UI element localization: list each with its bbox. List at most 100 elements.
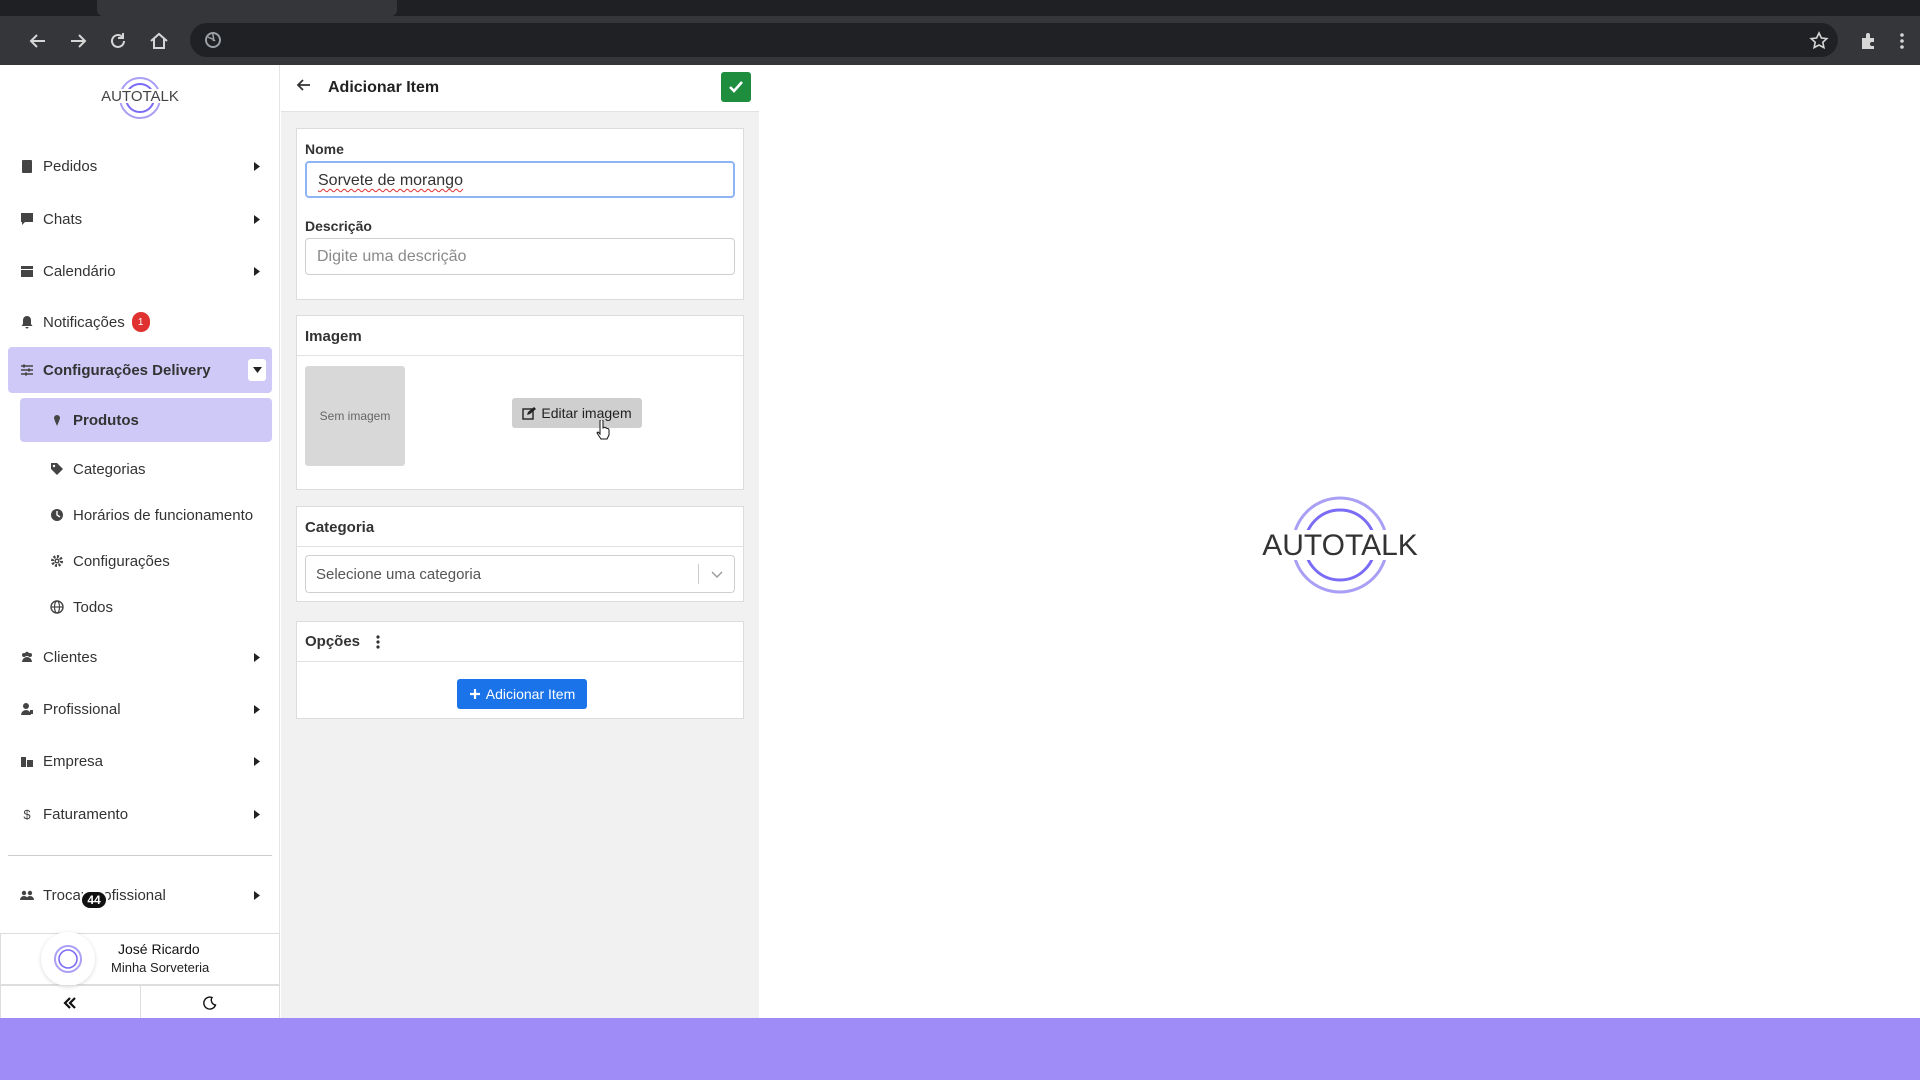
svg-text:$: $ [23,807,31,821]
sidebar-item-pedidos[interactable]: Pedidos [8,145,272,187]
sidebar-subitem-label: Configurações [73,552,170,570]
sidebar-subitem-label: Categorias [73,460,146,478]
sidebar-item-label: Chats [43,210,83,228]
sidebar-item-label: Configurações Delivery [43,361,211,379]
reload-icon[interactable] [107,30,129,52]
caret-right-icon[interactable] [248,260,266,282]
sidebar-subitem-configuracoes[interactable]: Configurações [20,541,272,581]
sidebar-item-label: Calendário [43,262,116,280]
chevron-down-icon [711,571,723,578]
sidebar-subitem-produtos[interactable]: Produtos [20,398,272,442]
category-select[interactable]: Selecione uma categoria [305,555,735,593]
user-tie-icon [21,703,33,715]
user-card[interactable]: José Ricardo Minha Sorveteria [0,932,280,986]
caret-right-icon[interactable] [248,803,266,825]
user-company: Minha Sorveteria [111,960,210,975]
caret-right-icon[interactable] [248,884,266,906]
notification-count-badge: 1 [131,312,150,332]
building-icon [21,757,33,767]
caret-right-icon[interactable] [248,750,266,772]
browser-menu-kebab-icon[interactable] [1891,30,1913,52]
browser-tab-strip [0,0,1920,16]
options-menu-kebab-icon[interactable] [375,634,381,650]
add-item-panel: Adicionar Item Nome Sorvete de morango D… [281,65,759,1018]
description-input[interactable]: Digite uma descrição [305,238,735,275]
sidebar-subitem-todos[interactable]: Todos [20,587,272,627]
svg-text:AUTOTALK: AUTOTALK [1262,529,1418,562]
description-placeholder: Digite uma descrição [317,248,467,265]
bookmark-star-icon[interactable] [1808,30,1830,52]
gear-icon [51,555,63,567]
caret-right-icon[interactable] [248,155,266,177]
sidebar-item-label: Profissional [43,700,121,718]
autotalk-logo[interactable]: AUTOTALK [98,73,182,123]
category-section-title: Categoria [297,507,743,547]
sidebar-item-empresa[interactable]: Empresa [8,740,272,782]
sidebar-item-faturamento[interactable]: $ Faturamento [8,793,272,835]
sidebar-item-trocar-profissional[interactable]: Trocar profissional [8,874,272,916]
svg-text:AUTOTALK: AUTOTALK [101,88,179,105]
bottom-accent-bar [0,1018,1920,1080]
back-arrow-icon[interactable] [295,76,313,99]
sliders-icon [21,364,33,376]
browser-toolbar [0,16,1920,65]
name-input[interactable]: Sorvete de morango [305,161,735,198]
sidebar-subitem-categorias[interactable]: Categorias [20,449,272,489]
extensions-puzzle-icon[interactable] [1858,30,1880,52]
caret-right-icon[interactable] [248,208,266,230]
check-icon [729,81,743,93]
edit-image-label: Editar imagem [541,405,632,421]
plus-icon [469,689,480,699]
clipboard-icon [22,160,32,173]
sidebar-footer [0,985,280,1021]
sidebar-item-label: Empresa [43,752,104,770]
caret-down-icon[interactable] [248,359,266,381]
sidebar-item-clientes[interactable]: Clientes [8,636,272,678]
home-icon[interactable] [148,30,170,52]
confirm-button[interactable] [721,72,751,102]
sidebar-item-label: Notificações [43,313,125,331]
options-card: Opções Adicionar Item [296,621,744,719]
site-info-icon[interactable] [204,31,222,49]
users-swap-icon [20,890,34,900]
sidebar-item-label: Clientes [43,648,98,666]
clock-icon [51,509,63,521]
theme-toggle-button[interactable] [141,986,280,1020]
sidebar-item-profissional[interactable]: Profissional [8,688,272,730]
moon-icon [202,996,217,1010]
select-separator [698,564,699,584]
sidebar-item-chats[interactable]: Chats [8,198,272,240]
avatar[interactable] [41,932,95,986]
bell-icon [21,316,33,329]
image-section-title: Imagem [297,316,743,356]
edit-image-button[interactable]: Editar imagem [512,398,642,428]
collapse-sidebar-button[interactable] [1,986,141,1020]
autotalk-logo-large: AUTOTALK [1250,496,1430,594]
address-bar[interactable] [190,23,1838,57]
preview-area: AUTOTALK [760,65,1920,1018]
sidebar-item-label: Faturamento [43,805,129,823]
add-option-item-button[interactable]: Adicionar Item [457,679,587,709]
calendar-icon [21,266,33,277]
basic-info-card: Nome Sorvete de morango Descrição Digite… [296,128,744,300]
sidebar-item-notificacoes[interactable]: Notificações 1 [8,301,272,343]
ice-cream-icon [54,415,60,426]
back-icon[interactable] [27,30,49,52]
sidebar-item-label: Pedidos [43,157,98,175]
user-count-badge: 44 [80,890,108,910]
category-card: Categoria Selecione uma categoria [296,506,744,602]
caret-right-icon[interactable] [248,646,266,668]
options-header: Opções [297,622,743,662]
edit-icon [522,407,537,420]
caret-right-icon[interactable] [248,698,266,720]
browser-tab[interactable] [97,0,397,16]
sidebar-item-configuracoes-delivery[interactable]: Configurações Delivery [8,347,272,393]
tag-icon [51,463,63,475]
sidebar-subitem-horarios[interactable]: Horários de funcionamento [20,495,272,535]
name-value: Sorvete de morango [318,172,463,189]
sidebar-item-calendario[interactable]: Calendário [8,250,272,292]
forward-icon[interactable] [67,30,89,52]
sidebar-subitem-label: Horários de funcionamento [73,506,254,524]
globe-icon [50,600,64,614]
users-icon [22,651,32,662]
